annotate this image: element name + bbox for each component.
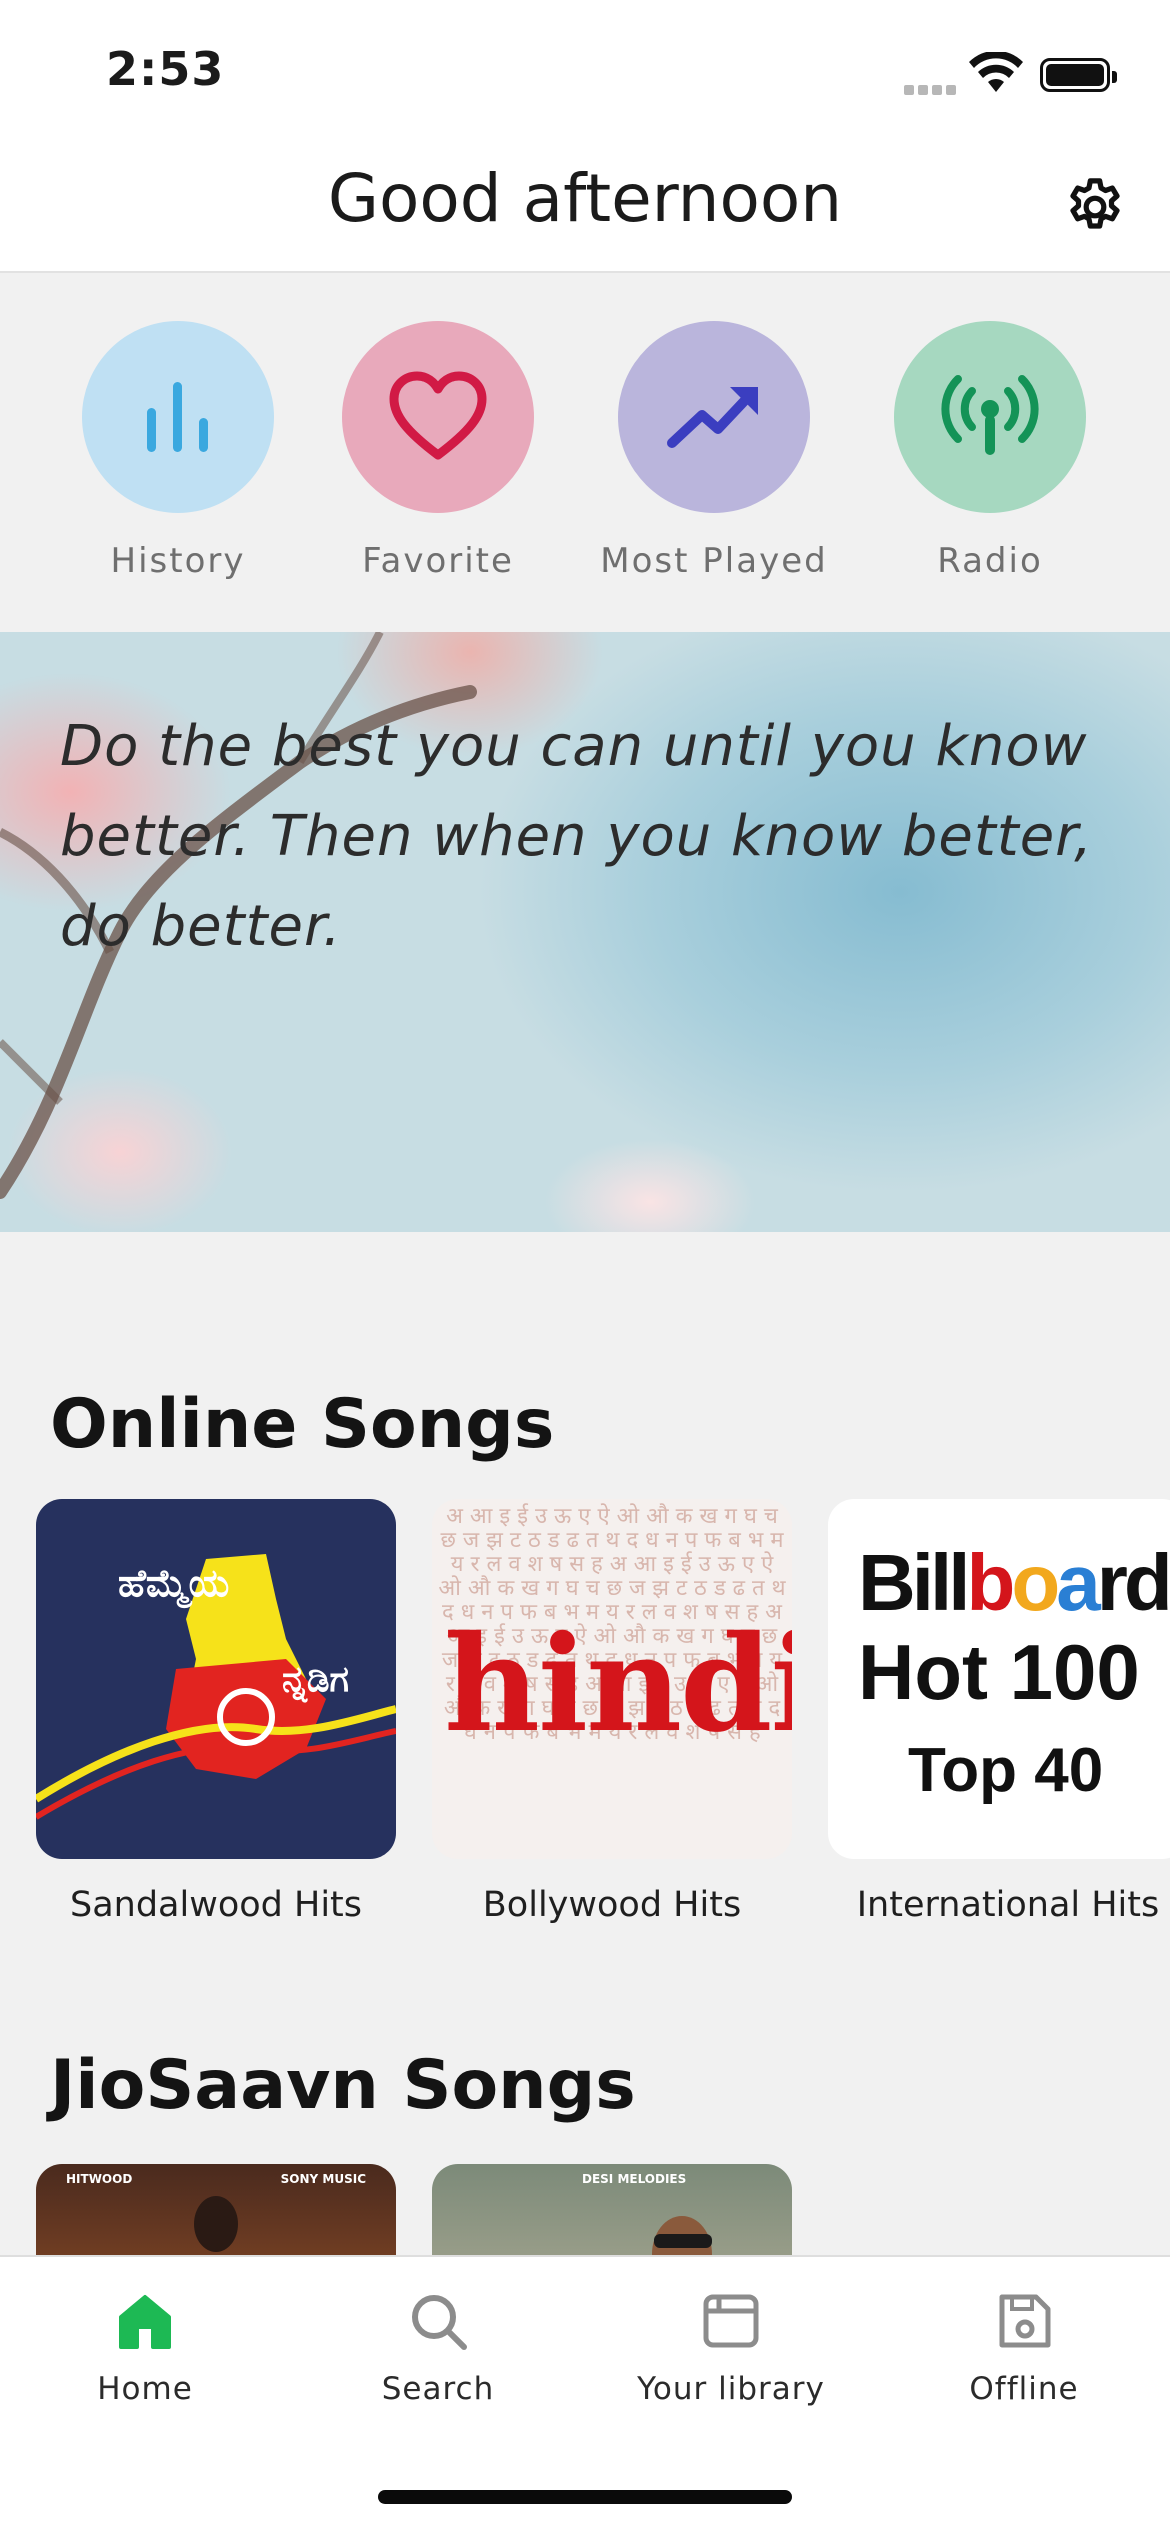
- gear-icon[interactable]: [1062, 174, 1128, 244]
- album-card-label: Bollywood Hits: [482, 1885, 742, 1925]
- album-card-label: International Hits: [856, 1885, 1160, 1925]
- quick-most-played-circle: [618, 321, 810, 513]
- trending-up-icon: [667, 387, 758, 448]
- billboard-top-text: Top 40: [908, 1736, 1104, 1805]
- bars-icon: [147, 382, 208, 452]
- search-icon: [412, 2295, 467, 2350]
- tab-search-label: Search: [381, 2371, 495, 2407]
- quick-history-button[interactable]: History: [48, 321, 308, 581]
- billboard-hot-text: Hot 100: [858, 1628, 1140, 1716]
- quick-favorite-button[interactable]: Favorite: [308, 321, 568, 581]
- billboard-letter: o: [1011, 1538, 1060, 1627]
- sandalwood-cover-text-2: ನ್ನಡಿಗ: [282, 1659, 350, 1700]
- international-cover: Billboard Hot 100 Top 40: [828, 1499, 1170, 1859]
- sandalwood-cover-text-1: ಹೆಮ್ಮೆಯ: [118, 1561, 230, 1605]
- broadcast-icon: [941, 375, 1039, 455]
- quick-favorite-circle: [342, 321, 534, 513]
- billboard-logo-text: Billboard: [858, 1538, 1170, 1627]
- page-title: Good afternoon: [327, 160, 843, 237]
- billboard-letter: r: [1096, 1538, 1128, 1627]
- quick-most-played-label: Most Played: [600, 541, 828, 581]
- battery-icon: [1040, 58, 1117, 92]
- home-icon: [119, 2295, 171, 2349]
- album-card-bollywood[interactable]: अ आ इ ई उ ऊ ए ऐ ओ औ क ख ग घ च छ ज झ ट ठ …: [432, 1499, 792, 1925]
- tab-search[interactable]: Search: [328, 2289, 548, 2407]
- tab-your-library-label: Your library: [637, 2371, 825, 2407]
- bollywood-cover-text: hindi: [444, 1607, 792, 1762]
- album-card-sandalwood[interactable]: ಹೆಮ್ಮೆಯ ನ್ನಡಿಗ Sandalwood Hits: [36, 1499, 396, 1925]
- billboard-letter: a: [1056, 1538, 1100, 1627]
- album-card-international[interactable]: Billboard Hot 100 Top 40 International H…: [828, 1499, 1170, 1925]
- tab-offline-label: Offline: [969, 2371, 1079, 2407]
- tab-offline[interactable]: Offline: [914, 2289, 1134, 2407]
- quick-favorite-label: Favorite: [362, 541, 514, 581]
- quick-most-played-button[interactable]: Most Played: [584, 321, 844, 581]
- home-indicator[interactable]: [378, 2490, 792, 2504]
- quick-radio-label: Radio: [937, 541, 1043, 581]
- billboard-letter: i: [911, 1538, 934, 1627]
- quick-radio-circle: [894, 321, 1086, 513]
- album-card-label: Sandalwood Hits: [69, 1885, 363, 1925]
- top-bar: 2:53 Good afternoon: [0, 0, 1170, 273]
- quick-history-circle: [82, 321, 274, 513]
- library-icon: [703, 2294, 759, 2348]
- bollywood-cover: अ आ इ ई उ ऊ ए ऐ ओ औ क ख ग घ च छ ज झ ट ठ …: [432, 1499, 792, 1859]
- status-time: 2:53: [106, 42, 225, 96]
- billboard-letter: b: [966, 1538, 1015, 1627]
- quick-history-label: History: [110, 541, 246, 581]
- billboard-logo: Billboard: [858, 1537, 1170, 1629]
- online-songs-title: Online Songs: [50, 1385, 555, 1464]
- heart-icon: [389, 371, 487, 460]
- tab-home[interactable]: Home: [35, 2289, 255, 2407]
- billboard-letter: l: [930, 1538, 952, 1627]
- quick-radio-button[interactable]: Radio: [860, 321, 1120, 581]
- quote-banner: Do the best you can until you know bette…: [0, 632, 1170, 1232]
- tab-home-label: Home: [97, 2371, 193, 2407]
- billboard-letter: d: [1123, 1538, 1170, 1627]
- screen: 2:53 Good afternoon History Favorite Mos…: [0, 0, 1170, 2532]
- tab-your-library[interactable]: Your library: [621, 2289, 841, 2407]
- quote-text: Do the best you can until you know bette…: [60, 714, 1093, 959]
- sandalwood-cover: ಹೆಮ್ಮೆಯ ನ್ನಡಿಗ: [36, 1499, 396, 1859]
- quick-actions: History Favorite Most Played Radio: [0, 275, 1170, 631]
- billboard-letter: l: [948, 1538, 970, 1627]
- cellular-signal-icon: [904, 80, 960, 99]
- wifi-icon: [968, 50, 1024, 98]
- save-icon: [999, 2294, 1051, 2348]
- jiosaavn-songs-title: JioSaavn Songs: [50, 2046, 636, 2125]
- billboard-letter: B: [858, 1538, 916, 1627]
